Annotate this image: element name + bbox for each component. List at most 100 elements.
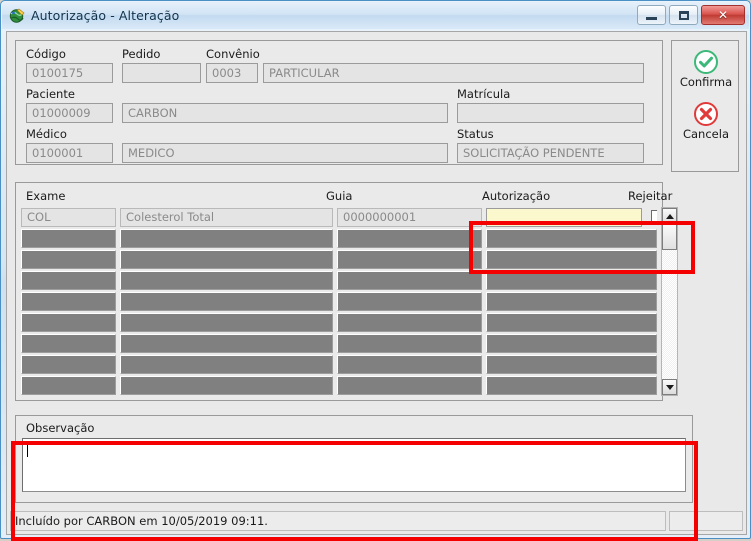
- cell-descricao[interactable]: [120, 271, 333, 290]
- cell-autorizacao[interactable]: [486, 313, 657, 332]
- cancel-button[interactable]: Cancela: [672, 101, 740, 141]
- title-bar: Autorização - Alteração ✕: [2, 2, 749, 29]
- cell-descricao[interactable]: [120, 334, 333, 353]
- app-window: Autorização - Alteração ✕ Código Pedido …: [0, 0, 751, 539]
- label-codigo: Código: [26, 47, 66, 61]
- chevron-down-icon: [666, 385, 674, 390]
- paciente-code-input[interactable]: 01000009: [26, 103, 113, 123]
- table-row[interactable]: COL Colesterol Total 0000000001: [21, 207, 657, 228]
- chevron-up-icon: [666, 214, 674, 219]
- cell-autorizacao[interactable]: [486, 334, 657, 353]
- cell-exame[interactable]: [21, 313, 116, 332]
- table-row[interactable]: [21, 312, 657, 333]
- reject-checkbox[interactable]: [651, 210, 657, 225]
- table-row[interactable]: [21, 375, 657, 396]
- column-header-exame: Exame: [26, 189, 65, 203]
- grid-vertical-scrollbar[interactable]: [661, 207, 678, 396]
- confirm-label: Confirma: [680, 75, 732, 89]
- medico-name-input[interactable]: MEDICO: [122, 143, 448, 163]
- label-observacao: Observação: [26, 421, 94, 435]
- medico-code-input[interactable]: 0100001: [26, 143, 113, 163]
- cell-autorizacao[interactable]: [486, 292, 657, 311]
- convenio-name-input[interactable]: PARTICULAR: [263, 63, 644, 83]
- exams-groupbox: Exame Guia Autorização Rejeitar COL Cole…: [15, 182, 663, 401]
- cell-descricao[interactable]: [120, 355, 333, 374]
- cell-exame[interactable]: [21, 334, 116, 353]
- cell-autorizacao[interactable]: [486, 250, 657, 269]
- table-row[interactable]: [21, 291, 657, 312]
- cell-guia[interactable]: [337, 313, 482, 332]
- pedido-input[interactable]: [122, 63, 201, 83]
- window-controls: ✕: [637, 5, 745, 25]
- cell-exame[interactable]: [21, 292, 116, 311]
- confirm-button[interactable]: Confirma: [672, 49, 740, 89]
- cell-descricao[interactable]: [120, 376, 333, 395]
- cell-descricao[interactable]: [120, 250, 333, 269]
- column-header-autorizacao: Autorização: [482, 189, 550, 203]
- cell-exame[interactable]: [21, 229, 116, 248]
- cell-guia[interactable]: [337, 292, 482, 311]
- check-circle-icon: [693, 49, 719, 75]
- app-globe-icon: [8, 7, 26, 25]
- matricula-input[interactable]: [457, 103, 644, 123]
- status-panel-right: [669, 511, 743, 531]
- observacao-groupbox: Observação: [15, 415, 693, 503]
- window-title: Autorização - Alteração: [31, 8, 179, 23]
- column-header-guia: Guia: [326, 189, 352, 203]
- cell-descricao[interactable]: [120, 229, 333, 248]
- cell-guia[interactable]: [337, 355, 482, 374]
- cell-guia[interactable]: [337, 271, 482, 290]
- cell-exame[interactable]: [21, 355, 116, 374]
- cell-descricao[interactable]: Colesterol Total: [120, 208, 333, 227]
- cell-exame[interactable]: [21, 250, 116, 269]
- cell-exame[interactable]: [21, 376, 116, 395]
- label-matricula: Matrícula: [457, 87, 510, 101]
- cell-guia[interactable]: [337, 334, 482, 353]
- codigo-input[interactable]: 0100175: [26, 63, 113, 83]
- x-circle-icon: [693, 101, 719, 127]
- cell-autorizacao[interactable]: [486, 271, 657, 290]
- cell-exame[interactable]: COL: [21, 208, 116, 227]
- scrollbar-thumb[interactable]: [662, 224, 677, 250]
- status-bar: Incluído por CARBON em 10/05/2019 09:11.: [10, 511, 745, 531]
- close-button[interactable]: ✕: [701, 5, 745, 25]
- label-paciente: Paciente: [26, 87, 75, 101]
- cell-autorizacao[interactable]: [486, 229, 657, 248]
- table-row[interactable]: [21, 228, 657, 249]
- status-message: Incluído por CARBON em 10/05/2019 09:11.: [10, 511, 666, 531]
- column-header-rejeitar: Rejeitar: [628, 189, 672, 203]
- cell-guia[interactable]: [337, 250, 482, 269]
- header-groupbox: Código Pedido Convênio 0100175 0003 PART…: [15, 40, 663, 165]
- actions-panel: Confirma Cancela: [671, 40, 739, 172]
- table-row[interactable]: [21, 354, 657, 375]
- scroll-up-button[interactable]: [662, 208, 677, 224]
- label-medico: Médico: [26, 127, 67, 141]
- cell-exame[interactable]: [21, 271, 116, 290]
- table-row[interactable]: [21, 333, 657, 354]
- scroll-down-button[interactable]: [662, 379, 677, 395]
- cell-descricao[interactable]: [120, 313, 333, 332]
- minimize-icon: [646, 17, 657, 20]
- cell-guia[interactable]: 0000000001: [337, 208, 482, 227]
- cell-descricao[interactable]: [120, 292, 333, 311]
- close-icon: ✕: [718, 8, 728, 22]
- status-input[interactable]: SOLICITAÇÃO PENDENTE: [457, 143, 644, 163]
- cancel-label: Cancela: [683, 127, 729, 141]
- minimize-button[interactable]: [637, 5, 666, 25]
- exams-grid[interactable]: COL Colesterol Total 0000000001: [21, 207, 657, 396]
- maximize-button[interactable]: [669, 5, 698, 25]
- cell-autorizacao[interactable]: [486, 376, 657, 395]
- table-row[interactable]: [21, 270, 657, 291]
- observacao-textarea[interactable]: [22, 438, 686, 492]
- convenio-code-input[interactable]: 0003: [206, 63, 258, 83]
- label-pedido: Pedido: [122, 47, 160, 61]
- label-status: Status: [457, 127, 494, 141]
- cell-guia[interactable]: [337, 229, 482, 248]
- cell-autorizacao[interactable]: [486, 355, 657, 374]
- cell-autorizacao[interactable]: [486, 208, 642, 227]
- table-row[interactable]: [21, 249, 657, 270]
- cell-guia[interactable]: [337, 376, 482, 395]
- client-area: Código Pedido Convênio 0100175 0003 PART…: [6, 31, 747, 535]
- paciente-name-input[interactable]: CARBON: [122, 103, 448, 123]
- maximize-icon: [679, 11, 689, 20]
